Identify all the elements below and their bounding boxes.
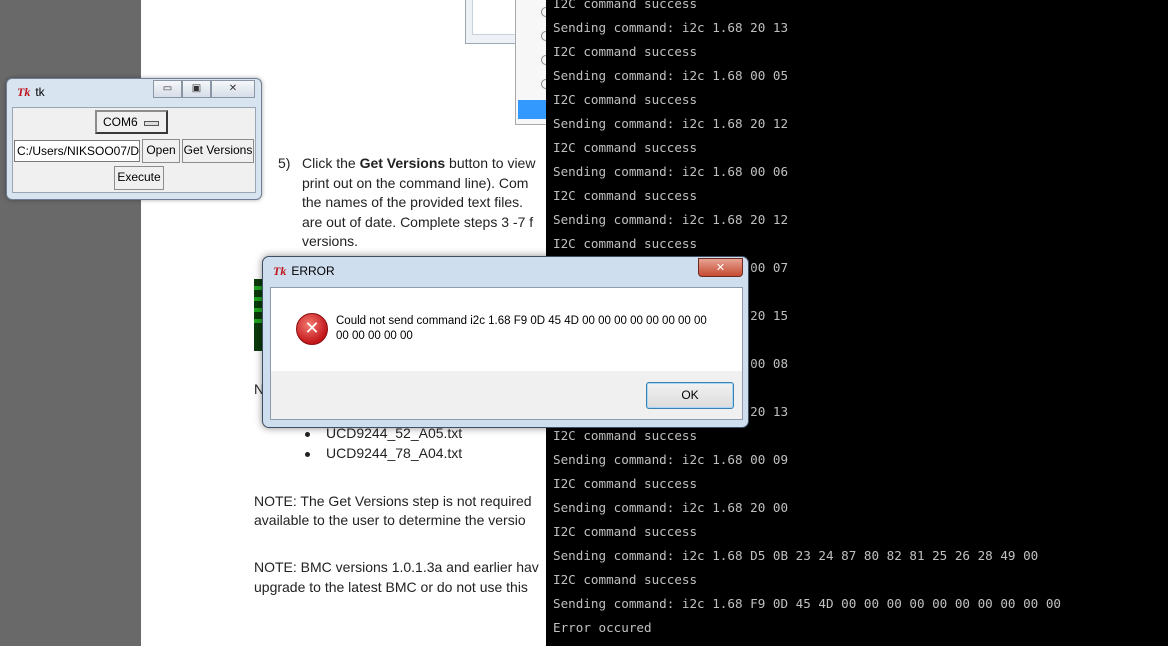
tk-client-area: COM6 C:/Users/NIKSOO07/De Open Get Versi… — [12, 107, 256, 193]
open-button[interactable]: Open — [142, 139, 180, 163]
console-line: Sending command: i2c 1.68 F9 0D 45 4D 00… — [553, 596, 1061, 611]
console-line: Sending command: i2c 1.68 00 06 — [553, 164, 789, 179]
tk-feather-icon: Tk — [17, 85, 31, 99]
console-line: Sending command: i2c 1.68 00 09 — [553, 452, 789, 467]
ok-button[interactable]: OK — [646, 382, 734, 409]
console-line: Sending command: i2c 1.68 20 12 — [553, 116, 789, 131]
error-message: Could not send command i2c 1.68 F9 0D 45… — [336, 315, 707, 342]
step-line-5: versions. — [302, 233, 359, 249]
close-button[interactable]: ✕ — [211, 80, 255, 98]
console-line: I2C command success — [553, 92, 698, 107]
step-line-3: the names of the provided text files. — [302, 194, 524, 210]
console-line: I2C command success — [553, 524, 698, 539]
note-2-line-1: NOTE: BMC versions 1.0.1.3a and earlier … — [254, 559, 539, 575]
minimize-button[interactable]: ▭ — [153, 80, 182, 98]
console-line: Sending command: i2c 1.68 00 05 — [553, 68, 789, 83]
console-line: I2C command success — [553, 44, 698, 59]
execute-button[interactable]: Execute — [114, 166, 164, 190]
com-port-menu[interactable]: COM6 — [95, 110, 168, 134]
tk-window[interactable]: Tk tk ▭ ▣ ✕ COM6 C:/Users/NIKSOO07/De Ope… — [6, 78, 262, 200]
menu-indicator-icon — [144, 121, 159, 126]
console-line: I2C command success — [553, 236, 698, 251]
note-1-line-2: available to the user to determine the v… — [254, 512, 526, 528]
get-versions-button[interactable]: Get Versions — [182, 139, 254, 163]
tk-feather-icon: Tk — [273, 264, 287, 278]
tk-window-title: tk — [35, 85, 45, 99]
step-number: 5) — [278, 155, 291, 171]
console-line: Sending command: i2c 1.68 20 12 — [553, 212, 789, 227]
error-title-bar: Tk ERROR — [273, 264, 335, 279]
error-dialog-body: ✕ Could not send command i2c 1.68 F9 0D … — [270, 287, 743, 420]
console-line: Sending command: i2c 1.68 20 00 — [553, 500, 789, 515]
bullet-dot — [305, 432, 310, 437]
note-2-line-2: upgrade to the latest BMC or do not use … — [254, 579, 528, 595]
error-dialog[interactable]: Tk ERROR ✕ ✕ Could not send command i2c 1… — [262, 256, 749, 428]
dialog-button-bar: OK — [271, 371, 742, 419]
step-line-2: print out on the command line). Com — [302, 175, 529, 191]
bullet-item: UCD9244_78_A04.txt — [326, 445, 463, 461]
console-line: I2C command success — [553, 476, 698, 491]
error-icon: ✕ — [296, 313, 328, 345]
console-line: I2C command success — [553, 572, 698, 587]
console-line: Error occured — [553, 620, 652, 635]
error-dialog-title: ERROR — [291, 264, 335, 278]
file-path-input[interactable]: C:/Users/NIKSOO07/De — [14, 140, 140, 162]
console-line: Sending command: i2c 1.68 20 13 — [553, 20, 789, 35]
note-1-line-1: NOTE: The Get Versions step is not requi… — [254, 493, 532, 509]
close-button[interactable]: ✕ — [698, 258, 743, 277]
step-line-1: Click the Get Versions button to view — [302, 155, 536, 171]
maximize-button[interactable]: ▣ — [182, 80, 211, 98]
bullet-dot — [305, 452, 310, 457]
console-line: I2C command success — [553, 0, 698, 11]
console-line: I2C command success — [553, 140, 698, 155]
tk-title-bar: Tk tk — [17, 85, 45, 100]
console-line: Sending command: i2c 1.68 D5 0B 23 24 87… — [553, 548, 1039, 563]
console-line: I2C command success — [553, 188, 698, 203]
com-port-value: COM6 — [103, 115, 138, 129]
step-line-4: are out of date. Complete steps 3 -7 f — [302, 214, 534, 230]
